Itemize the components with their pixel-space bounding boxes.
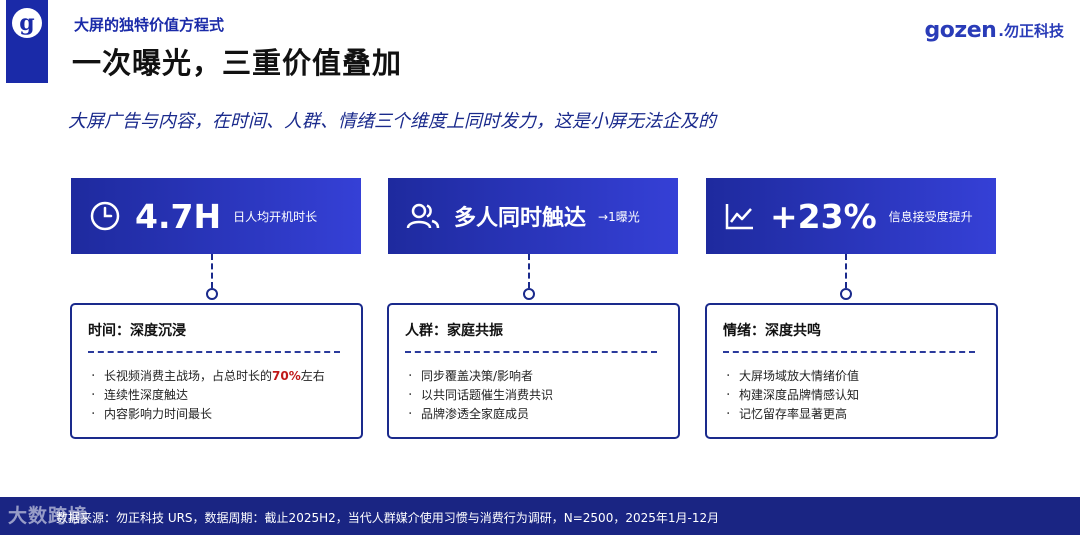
- connector-line: [845, 254, 847, 288]
- card-audience-metric: 多人同时触达: [454, 206, 587, 231]
- divider: [723, 351, 975, 353]
- card-emotion-header: +23% 信息接受度提升: [706, 178, 996, 254]
- slide-title: 一次曝光，三重价值叠加: [72, 46, 403, 80]
- card-emotion-metric-label: 信息接受度提升: [888, 209, 973, 224]
- card-audience-heading: 人群：家庭共振: [405, 323, 503, 339]
- list-item: 品牌渗透全家庭成员: [405, 401, 662, 424]
- card-time-body: 时间：深度沉浸 长视频消费主战场，占总时长的70%左右 连续性深度触达 内容影响…: [70, 303, 363, 439]
- card-audience-body: 人群：家庭共振 同步覆盖决策/影响者 以共同话题催生消费共识 品牌渗透全家庭成员: [387, 303, 680, 439]
- highlight-value: 70%: [272, 369, 301, 383]
- trend-chart-icon: [725, 204, 753, 230]
- list-item: 连续性深度触达: [88, 382, 345, 405]
- list-item: 以共同话题催生消费共识: [405, 382, 662, 405]
- card-time-metric-label: 日人均开机时长: [233, 209, 318, 224]
- card-time-header: 4.7H 日人均开机时长: [71, 178, 361, 254]
- brand-wordmark: gozen: [924, 18, 997, 43]
- card-emotion-metric: +23%: [770, 196, 877, 236]
- publisher-logo: g: [6, 0, 48, 83]
- card-time-metric: 4.7H: [135, 196, 222, 236]
- slide-subtitle: 大屏的独特价值方程式: [74, 16, 225, 34]
- connector-line: [528, 254, 530, 288]
- card-emotion-heading: 情绪：深度共鸣: [723, 323, 821, 339]
- brand-chinese-name: .勿正科技: [998, 22, 1064, 40]
- list-item: 内容影响力时间最长: [88, 401, 345, 424]
- card-audience-metric-label: →1曝光: [598, 209, 640, 224]
- svg-text:g: g: [19, 10, 34, 36]
- clock-icon: [90, 201, 120, 231]
- list-item: 大屏场域放大情绪价值: [723, 363, 980, 386]
- users-icon: [406, 203, 440, 229]
- card-time-heading: 时间：深度沉浸: [88, 323, 186, 339]
- list-item: 同步覆盖决策/影响者: [405, 363, 662, 386]
- data-source-note: 数据来源：勿正科技 URS，数据周期：截止2025H2，当代人群媒介使用习惯与消…: [56, 511, 720, 525]
- connector-dot: [206, 288, 218, 300]
- connector-dot: [523, 288, 535, 300]
- divider: [405, 351, 657, 353]
- list-item: 记忆留存率显著更高: [723, 401, 980, 424]
- list-item: 长视频消费主战场，占总时长的70%左右: [88, 363, 345, 386]
- brand-logo: gozen .勿正科技: [925, 18, 1064, 43]
- connector-dot: [840, 288, 852, 300]
- g-logo-icon: g: [12, 8, 42, 38]
- card-audience-header: 多人同时触达 →1曝光: [388, 178, 678, 254]
- card-emotion-body: 情绪：深度共鸣 大屏场域放大情绪价值 构建深度品牌情感认知 记忆留存率显著更高: [705, 303, 998, 439]
- footer-bar: 大数跨境 数据来源：勿正科技 URS，数据周期：截止2025H2，当代人群媒介使…: [0, 497, 1080, 535]
- divider: [88, 351, 340, 353]
- lead-statement: 大屏广告与内容，在时间、人群、情绪三个维度上同时发力，这是小屏无法企及的: [68, 111, 716, 132]
- connector-line: [211, 254, 213, 288]
- list-item: 构建深度品牌情感认知: [723, 382, 980, 405]
